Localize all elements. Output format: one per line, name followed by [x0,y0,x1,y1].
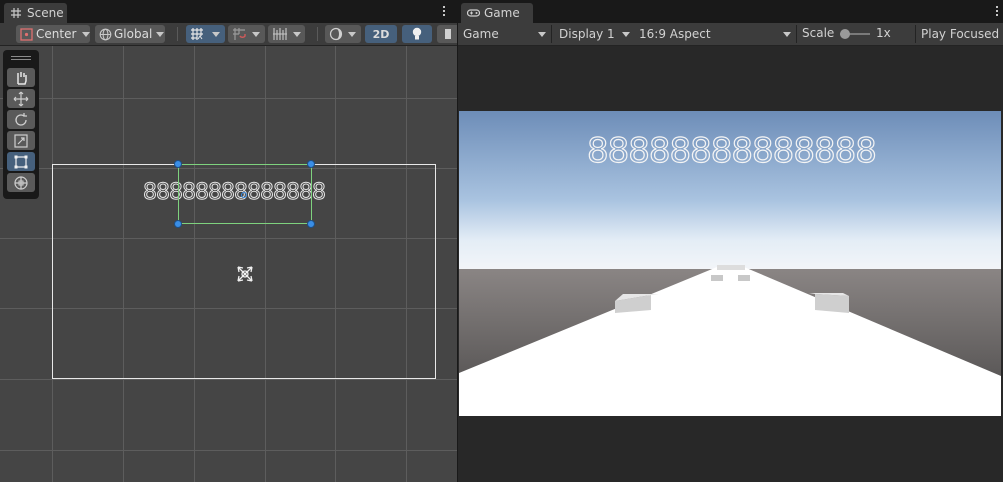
toolbar-divider [177,27,178,41]
tools-overlay [3,50,39,199]
scene-more-menu-icon[interactable] [443,6,446,18]
ruler-grid-icon [272,27,288,41]
tab-game-label: Game [484,6,520,20]
game-more-menu-icon[interactable] [996,6,999,18]
scale-label: Scale [802,26,835,40]
tab-scene[interactable]: Scene [4,3,67,23]
scene-lighting-toggle[interactable] [402,25,432,43]
aspect-label: 16:9 Aspect [639,27,711,41]
chevron-down-icon [156,31,165,37]
transform-tool-button[interactable] [7,173,35,192]
obstacle [717,265,745,270]
play-focused-dropdown[interactable]: Play Focused [916,24,1003,44]
obstacle [738,275,750,281]
chevron-down-icon [538,32,546,37]
move-tool-button[interactable] [7,89,35,108]
resize-handle[interactable] [174,220,182,228]
pivot-rotation-dropdown[interactable]: Global [95,25,165,43]
lightbulb-icon [411,27,423,41]
drag-handle-icon[interactable] [11,56,31,57]
display-dropdown[interactable]: Display 1 [554,24,634,44]
scale-tool-button[interactable] [7,131,35,150]
chevron-down-icon [348,31,356,37]
display-label: Display 1 [559,27,615,41]
grid-line [0,379,457,380]
scene-panel: Scene Center Global 2D 88888888888888 [0,0,457,482]
pivot-mode-label: Center [36,27,77,41]
scene-viewport[interactable]: 88888888888888 [0,46,457,482]
mode-2d-label: 2D [372,27,390,41]
toolbar-divider [317,27,318,41]
tab-game[interactable]: Game [461,3,533,23]
globe-icon [99,28,112,41]
grid-icon [10,7,22,19]
pivot-mode-dropdown[interactable]: Center [16,25,91,43]
chevron-down-icon [82,31,91,37]
toolbar-divider [551,25,552,43]
tab-scene-label: Scene [27,6,64,20]
pivot-point[interactable] [241,192,247,198]
game-view-label: Game [463,27,499,41]
chevron-down-icon [622,32,630,37]
magnet-grid-icon [232,27,246,41]
game-panel: Game Game Display 1 16:9 Aspect Scale 1x… [458,0,1003,482]
resize-handle[interactable] [174,160,182,168]
speaker-icon [445,29,451,39]
scale-value: 1x [876,26,891,40]
rect-transform-icon [14,155,28,169]
obstacle [711,275,723,281]
scene-tab-bar: Scene [0,0,457,23]
gamepad-icon [466,7,481,19]
game-toolbar: Game Display 1 16:9 Aspect Scale 1x Play… [458,23,1003,46]
incremental-snap-button[interactable] [228,25,265,43]
hand-icon [17,72,27,85]
play-focused-label: Play Focused [921,27,1000,41]
resize-handle[interactable] [307,160,315,168]
game-score-text: 88888888888888 [586,130,877,171]
transform-icon [14,176,28,190]
game-viewport[interactable]: 88888888888888 [459,111,1001,416]
scale-icon [14,134,28,148]
grid-visibility-button[interactable] [268,25,305,43]
game-tab-bar: Game [458,0,1003,23]
obstacle [815,294,849,313]
grid-snap-icon [190,27,204,41]
aspect-dropdown[interactable]: 16:9 Aspect [634,24,795,44]
chevron-down-icon [783,32,791,37]
shading-sphere-icon [329,27,343,41]
mode-2d-toggle[interactable]: 2D [365,25,397,43]
scene-audio-toggle[interactable] [437,25,457,43]
chevron-down-icon [212,31,220,37]
event-system-gizmo-icon [232,261,258,287]
grid-line [0,98,457,99]
scale-slider-thumb[interactable] [840,29,850,39]
rotate-tool-button[interactable] [7,110,35,129]
grid-snapping-button[interactable] [186,25,225,43]
chevron-down-icon [293,31,301,37]
draw-mode-dropdown[interactable] [325,25,361,43]
pivot-icon [20,27,33,41]
pivot-rotation-label: Global [114,27,153,41]
view-tool-button[interactable] [7,68,35,87]
rect-tool-button[interactable] [7,152,35,171]
game-view-dropdown[interactable]: Game [458,24,550,44]
rotate-icon [15,113,27,126]
grid-line [0,450,457,451]
move-arrows-icon [13,91,29,107]
chevron-down-icon [252,31,260,37]
scene-toolbar: Center Global 2D [0,23,457,46]
toolbar-divider [796,25,797,43]
resize-handle[interactable] [307,220,315,228]
